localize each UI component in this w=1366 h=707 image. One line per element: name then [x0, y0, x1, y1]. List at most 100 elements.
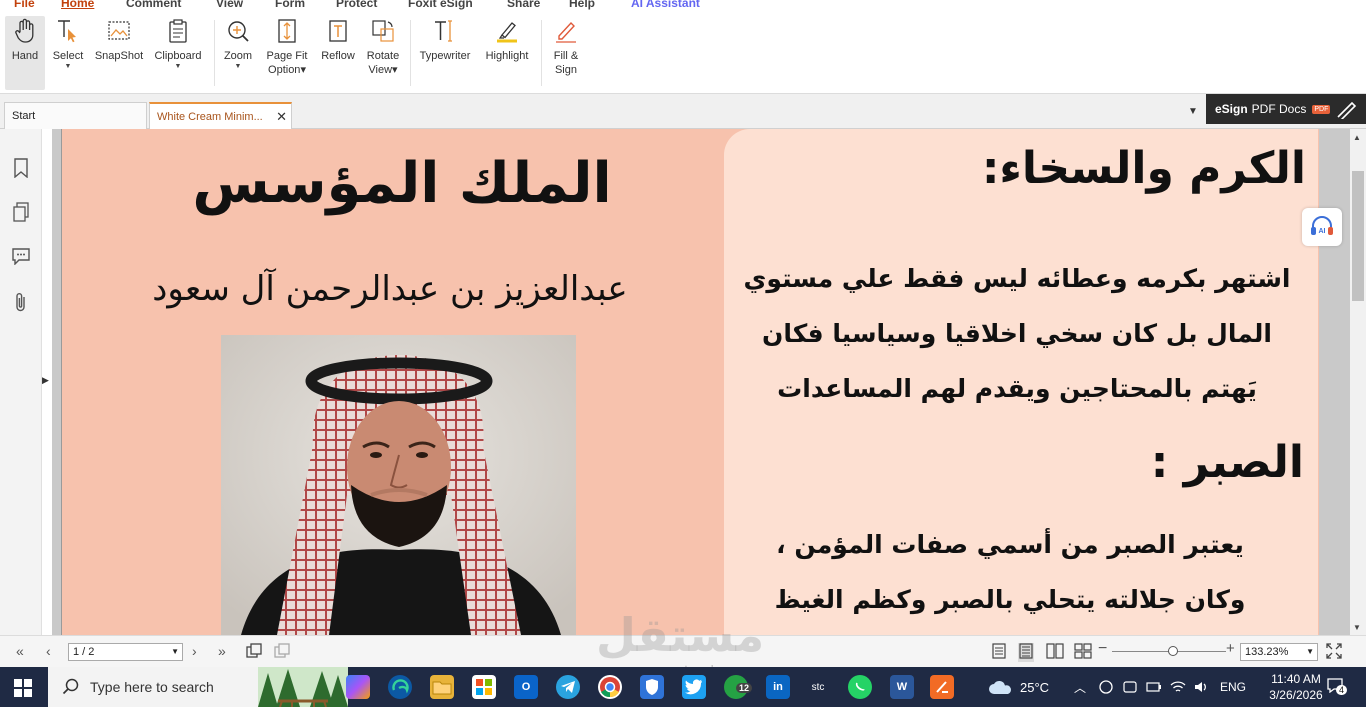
- volume-icon[interactable]: [1194, 667, 1210, 707]
- facing-view-icon[interactable]: [1046, 643, 1064, 662]
- menu-comment[interactable]: Comment: [126, 0, 181, 10]
- twitter-icon[interactable]: [682, 675, 706, 699]
- security-tray-icon[interactable]: [1098, 667, 1114, 707]
- linkedin-icon[interactable]: in: [766, 675, 790, 699]
- close-tab-icon[interactable]: ✕: [276, 109, 287, 125]
- wifi-icon[interactable]: [1170, 667, 1186, 707]
- rotate-view-button[interactable]: Rotate View▾: [362, 16, 404, 90]
- continuous-view-icon[interactable]: [1018, 643, 1034, 662]
- vertical-scrollbar[interactable]: ▲ ▼: [1350, 129, 1366, 635]
- reflow-button[interactable]: Reflow: [318, 16, 358, 90]
- first-page-icon[interactable]: «: [16, 643, 24, 659]
- menu-foxit-esign[interactable]: Foxit eSign: [408, 0, 473, 10]
- ai-assistant-floating-button[interactable]: AI: [1302, 208, 1342, 246]
- menu-file[interactable]: File: [14, 0, 35, 10]
- comments-icon[interactable]: [10, 245, 32, 267]
- menu-share[interactable]: Share: [507, 0, 540, 10]
- defender-shield-icon[interactable]: [640, 675, 664, 699]
- zoom-out-icon[interactable]: −: [1098, 640, 1107, 658]
- esign-brand: eSign: [1215, 102, 1248, 116]
- pages-icon[interactable]: [10, 201, 32, 223]
- paragraph-line: يَهتم بالمحتاجين ويقدم لهم المساعدات: [777, 374, 1257, 403]
- page-fit-option-button[interactable]: Page Fit Option▾: [262, 16, 312, 90]
- windows-start-icon[interactable]: [14, 679, 32, 697]
- zoom-in-icon[interactable]: +: [1226, 640, 1235, 657]
- menu-home[interactable]: Home: [61, 0, 94, 10]
- snapshot-button[interactable]: SnapShot: [92, 16, 146, 90]
- notification-count-badge: 4: [1336, 685, 1348, 695]
- next-page-icon[interactable]: ›: [192, 643, 197, 659]
- expand-panel-icon[interactable]: ▶: [42, 375, 49, 386]
- fullscreen-icon[interactable]: [1326, 643, 1342, 662]
- notification-center-icon[interactable]: 4: [1326, 677, 1348, 697]
- weather-widget[interactable]: 25°C: [988, 667, 1049, 707]
- zoom-slider-handle[interactable]: [1168, 646, 1178, 656]
- edge-browser-icon[interactable]: [388, 675, 412, 699]
- zoom-level-value: 133.23%: [1245, 646, 1289, 658]
- previous-view-icon[interactable]: [246, 643, 262, 662]
- select-tool-button[interactable]: Select ▼: [50, 16, 86, 90]
- page-fit-icon: [272, 16, 302, 46]
- word-icon[interactable]: W: [890, 675, 914, 699]
- document-viewport[interactable]: الملك المؤسس عبدالعزيز بن عبدالرحمن آل س…: [52, 129, 1350, 635]
- menu-ai-assistant[interactable]: AI Assistant: [631, 0, 700, 10]
- previous-page-icon[interactable]: ‹: [46, 643, 51, 659]
- tab-document[interactable]: White Cream Minim... ✕: [149, 102, 292, 129]
- show-hidden-icons-chevron-icon[interactable]: ︿: [1074, 667, 1086, 707]
- forest-bridge-search-highlight-icon: [258, 667, 348, 707]
- heading-karam: الكرم والسخاء:: [981, 143, 1306, 194]
- ribbon-divider: [410, 20, 411, 86]
- tab-list-dropdown-icon[interactable]: ▼: [1188, 106, 1198, 117]
- attachment-icon[interactable]: [10, 291, 32, 313]
- tab-start[interactable]: Start: [4, 102, 147, 129]
- whatsapp-business-icon[interactable]: 12: [724, 675, 753, 699]
- telegram-icon[interactable]: [556, 675, 580, 699]
- scroll-down-icon[interactable]: ▼: [1353, 623, 1361, 632]
- paragraph-line: يعتبر الصبر من أسمي صفات المؤمن ،: [776, 530, 1244, 559]
- outlook-icon[interactable]: O: [514, 675, 538, 699]
- meet-now-icon[interactable]: [1122, 667, 1138, 707]
- king-portrait-image: [221, 335, 576, 635]
- menu-help[interactable]: Help: [569, 0, 595, 10]
- highlight-button[interactable]: Highlight: [479, 16, 535, 90]
- single-page-view-icon[interactable]: [992, 643, 1006, 662]
- menu-view[interactable]: View: [216, 0, 243, 10]
- file-explorer-icon[interactable]: [430, 675, 454, 699]
- copilot-app-icon[interactable]: [346, 675, 370, 699]
- tab-document-label: White Cream Minim...: [157, 110, 263, 123]
- next-view-icon[interactable]: [274, 643, 290, 662]
- continuous-facing-view-icon[interactable]: [1074, 643, 1092, 662]
- clipboard-button[interactable]: Clipboard ▼: [150, 16, 206, 90]
- ribbon-divider: [214, 20, 215, 86]
- zoom-label: Zoom: [223, 50, 253, 62]
- hand-icon: [10, 16, 40, 46]
- taskbar-search-box[interactable]: Type here to search: [48, 667, 348, 707]
- zoom-button[interactable]: Zoom ▼: [220, 16, 256, 90]
- highlighter-icon: [492, 16, 522, 46]
- menu-protect[interactable]: Protect: [336, 0, 377, 10]
- search-placeholder: Type here to search: [90, 679, 214, 695]
- chrome-icon[interactable]: [598, 675, 622, 699]
- stc-app-icon[interactable]: stc: [806, 675, 830, 699]
- whatsapp-icon[interactable]: [848, 675, 872, 699]
- hand-tool-button[interactable]: Hand: [5, 16, 45, 90]
- language-indicator[interactable]: ENG: [1220, 667, 1246, 707]
- menu-form[interactable]: Form: [275, 0, 305, 10]
- fill-sign-button[interactable]: Fill & Sign: [546, 16, 586, 90]
- foxit-pdf-taskbar-icon[interactable]: [930, 675, 954, 699]
- typewriter-button[interactable]: Typewriter: [416, 16, 474, 90]
- page-number-field[interactable]: 1 / 2 ▼: [68, 643, 183, 661]
- battery-icon[interactable]: [1146, 667, 1162, 707]
- bookmark-icon[interactable]: [10, 157, 32, 179]
- zoom-level-field[interactable]: 133.23% ▼: [1240, 643, 1318, 661]
- paragraph-sabr: يعتبر الصبر من أسمي صفات المؤمن ، وكان ج…: [730, 517, 1290, 627]
- microsoft-store-icon[interactable]: [472, 675, 496, 699]
- scrollbar-thumb[interactable]: [1352, 171, 1364, 301]
- pen-icon: [1337, 101, 1357, 119]
- zoom-icon: [223, 16, 253, 46]
- system-clock[interactable]: 11:40 AM 3/26/2026: [1266, 671, 1326, 703]
- scroll-up-icon[interactable]: ▲: [1353, 133, 1361, 142]
- esign-pdf-docs-banner[interactable]: eSign PDF Docs PDF: [1206, 94, 1366, 124]
- last-page-icon[interactable]: »: [218, 643, 226, 659]
- zoom-slider[interactable]: [1112, 646, 1226, 656]
